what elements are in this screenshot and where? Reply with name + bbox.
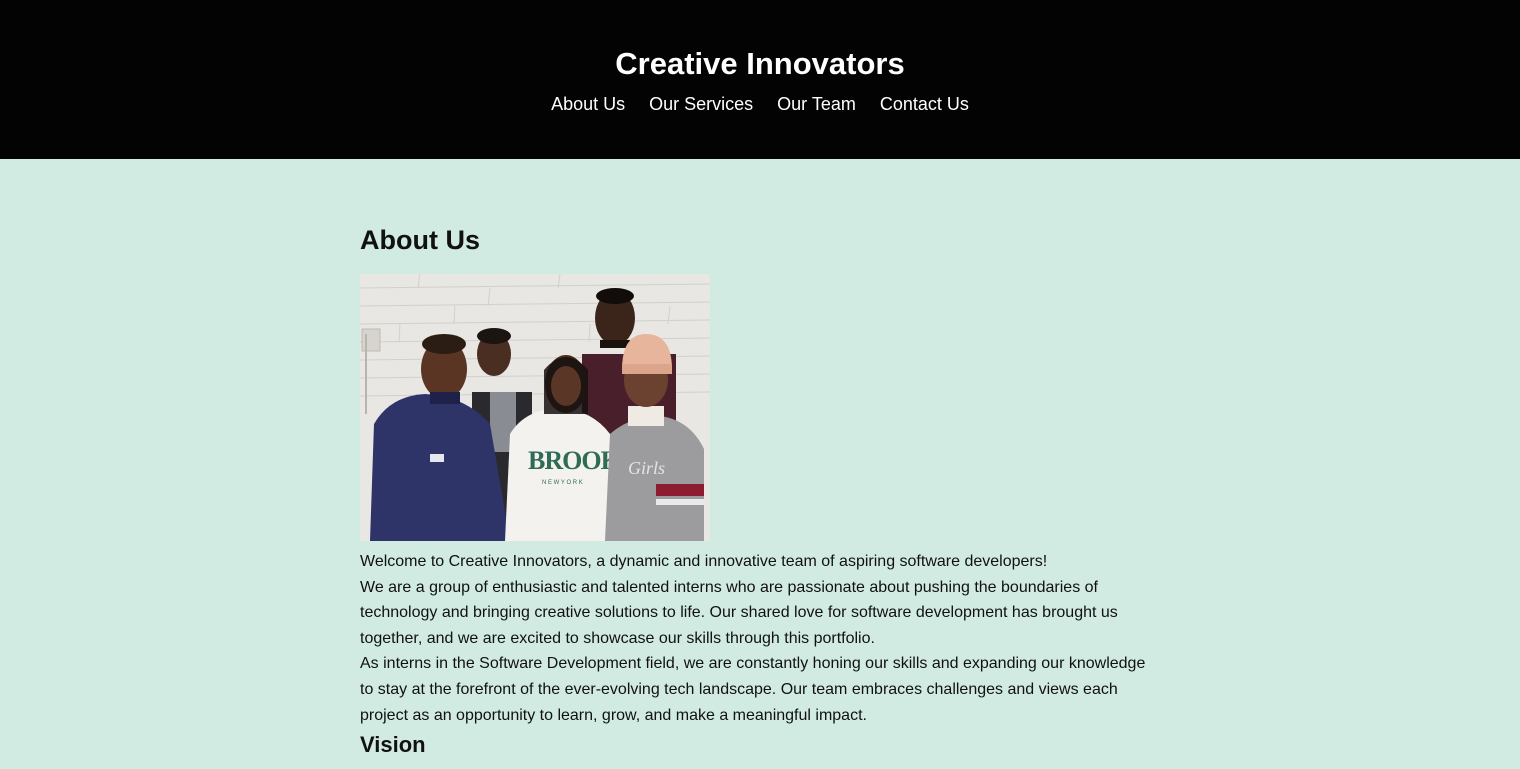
site-header: Creative Innovators About Us Our Service… xyxy=(0,0,1520,159)
svg-text:N E W Y O R K: N E W Y O R K xyxy=(542,480,583,486)
about-paragraph-interns: As interns in the Software Development f… xyxy=(360,655,1146,724)
nav-link-about-us[interactable]: About Us xyxy=(551,92,625,116)
nav-link-our-services[interactable]: Our Services xyxy=(649,92,753,116)
about-paragraph-team: We are a group of enthusiastic and talen… xyxy=(360,578,1118,647)
about-paragraph-intro: Welcome to Creative Innovators, a dynami… xyxy=(360,553,1048,570)
about-us-heading: About Us xyxy=(360,225,480,255)
nav-link-our-team[interactable]: Our Team xyxy=(777,92,856,116)
site-title: Creative Innovators xyxy=(615,46,905,81)
svg-text:Girls: Girls xyxy=(628,458,665,478)
vision-heading: Vision xyxy=(360,732,426,757)
team-photo: BROOKLYN N E W Y O R K Girls xyxy=(360,274,710,541)
main-nav: About Us Our Services Our Team Contact U… xyxy=(0,92,1520,116)
nav-link-contact-us[interactable]: Contact Us xyxy=(880,92,969,116)
about-text: Welcome to Creative Innovators, a dynami… xyxy=(360,549,1160,728)
